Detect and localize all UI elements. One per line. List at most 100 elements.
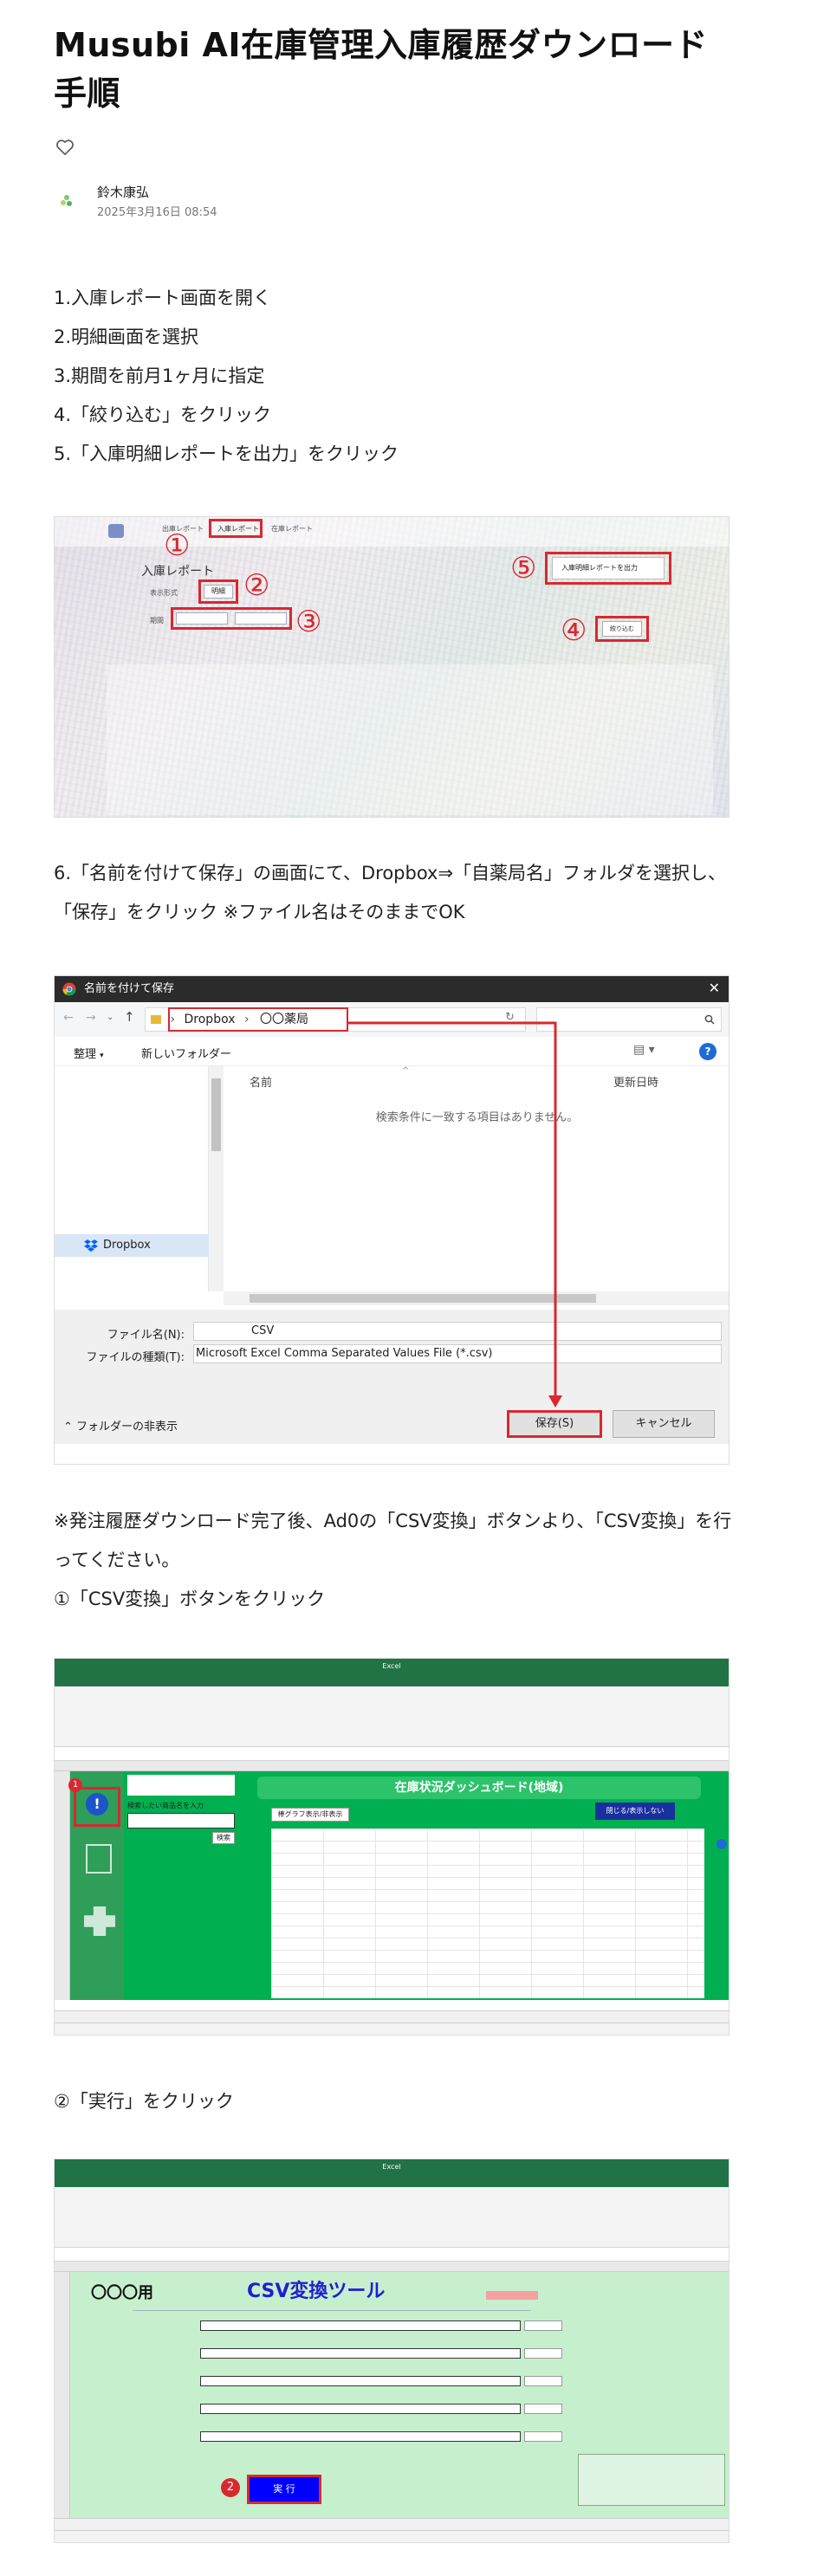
nav-item-dropbox[interactable]: Dropbox (55, 1234, 209, 1257)
path-select-button[interactable] (524, 2348, 562, 2359)
marker-3: ③ (295, 605, 322, 639)
excel-dashboard-screenshot: Excel ! 1 検索したい商品名を入力 検索 在庫状況ダッシュボード(地域)… (54, 1658, 729, 2036)
document-icon[interactable] (86, 1844, 112, 1874)
substep-2-text: ②「実行」をクリック (54, 2091, 234, 2112)
path-select-button[interactable] (524, 2404, 562, 2414)
navigation-pane: Dropbox (55, 1066, 209, 1291)
path-input[interactable] (200, 2404, 521, 2414)
chevron-up-icon: ⌃ (63, 1421, 73, 1434)
search-icon (704, 1014, 715, 1025)
scrollbar-thumb[interactable] (211, 1078, 221, 1151)
formula-bar[interactable] (55, 1747, 729, 1761)
period-label: 期間 (150, 617, 164, 625)
formula-bar[interactable] (55, 2248, 729, 2262)
author-block: 鈴木康弘 2025年3月16日 08:54 (54, 179, 400, 223)
help-icon[interactable]: ? (699, 1043, 716, 1060)
marker-5: ⑤ (510, 551, 537, 586)
path-select-button[interactable] (524, 2376, 562, 2386)
chevron-down-icon: ▾ (100, 1052, 104, 1060)
column-name[interactable]: 名前 (250, 1073, 272, 1090)
column-headers (55, 2262, 729, 2272)
dashboard-table (271, 1828, 704, 1998)
dialog-toolbar: 整理 ▾ 新しいフォルダー ▤ ▾ ? (55, 1037, 729, 1066)
dialog-footer: ファイル名(N): CSV ファイルの種類(T): Microsoft Exce… (55, 1310, 729, 1444)
dialog-titlebar: 名前を付けて保存 (55, 976, 729, 1002)
filename-input[interactable]: CSV (193, 1322, 722, 1341)
refresh-icon[interactable]: ↻ (505, 1011, 515, 1024)
excel-titlebar: Excel (55, 2159, 729, 2175)
hide-folders-toggle[interactable]: ⌃ フォルダーの非表示 (63, 1417, 178, 1434)
report-screen-photo: 出庫レポート 入庫レポート 在庫レポート ① 入庫レポート 表示形式 明細 ② … (54, 516, 729, 818)
marker-4: ④ (561, 613, 587, 648)
marker-1: 1 (68, 1778, 82, 1792)
status-bar (55, 2023, 729, 2035)
sheet-tabs[interactable] (55, 2518, 729, 2530)
notes-panel (578, 2454, 725, 2506)
back-icon[interactable]: ← (63, 1011, 74, 1025)
highlight-filter-button (595, 616, 649, 642)
tab-stock-report[interactable]: 在庫レポート (271, 524, 313, 534)
cell-block (127, 1775, 235, 1796)
ribbon (55, 2187, 729, 2248)
forward-icon[interactable]: → (86, 1011, 96, 1025)
ribbon-tabs (55, 1674, 729, 1686)
list-item: 3.期間を前月1ヶ月に指定 (54, 366, 265, 386)
filetype-label: ファイルの種類(T): (86, 1351, 185, 1364)
path-input[interactable] (200, 2348, 521, 2359)
new-folder-button[interactable]: 新しいフォルダー (141, 1045, 231, 1061)
list-item: 2.明細画面を選択 (54, 327, 199, 347)
dropbox-icon (84, 1239, 98, 1252)
sheet-tabs[interactable] (55, 2010, 729, 2023)
excel-titlebar: Excel (55, 1659, 729, 1674)
product-search-input[interactable] (127, 1813, 235, 1828)
avatar[interactable] (55, 190, 78, 212)
owner-label: 〇〇〇用 (91, 2284, 153, 2302)
view-icon[interactable]: ▤ ▾ (633, 1043, 655, 1057)
path-select-button[interactable] (524, 2320, 562, 2331)
filetype-select[interactable]: Microsoft Excel Comma Separated Values F… (193, 1344, 722, 1363)
row-headers (55, 1771, 70, 2000)
search-input[interactable] (536, 1007, 722, 1032)
organize-button[interactable]: 整理 ▾ (74, 1045, 104, 1061)
dashboard-title: 在庫状況ダッシュボード(地域) (257, 1777, 701, 1799)
filename-label: ファイル名(N): (107, 1329, 185, 1342)
step-6-text: 6.「名前を付けて保存」の画面にて、Dropbox⇒「自薬局名」フォルダを選択し… (54, 863, 727, 922)
recent-chevron-icon[interactable]: ⌄ (107, 1013, 113, 1022)
close-icon[interactable]: ✕ (709, 980, 720, 996)
highlight-output-button (545, 552, 671, 585)
empty-message: 検索条件に一致する項目はありません。 (375, 1111, 579, 1124)
alert-icon: ! (86, 1793, 108, 1815)
run-button[interactable]: 実 行 (247, 2475, 321, 2504)
column-date[interactable]: 更新日時 (613, 1073, 658, 1090)
graph-toggle-button[interactable]: 棒グラフ表示/非表示 (271, 1808, 349, 1822)
post-date: 2025年3月16日 08:54 (97, 206, 217, 219)
path-input[interactable] (200, 2320, 521, 2331)
horizontal-scrollbar[interactable] (224, 1291, 729, 1305)
nav-dropbox-label: Dropbox (103, 1239, 151, 1252)
note-badge (486, 2291, 538, 2300)
highlight-folder-path (168, 1007, 348, 1032)
list-item: 1.入庫レポート画面を開く (54, 288, 272, 308)
cancel-button[interactable]: キャンセル (613, 1410, 715, 1438)
organize-label: 整理 (74, 1048, 97, 1061)
blue-action-button[interactable]: 閉じる/表示しない (595, 1803, 675, 1820)
csv-convert-button[interactable]: ! (74, 1787, 120, 1827)
author-name[interactable]: 鈴木康弘 (97, 183, 149, 201)
up-icon[interactable]: ↑ (124, 1009, 135, 1025)
path-select-button[interactable] (524, 2431, 562, 2442)
heart-icon[interactable] (55, 139, 75, 156)
hide-folders-label: フォルダーの非表示 (76, 1421, 178, 1434)
path-input[interactable] (200, 2431, 521, 2442)
list-item: 5.「入庫明細レポートを出力」をクリック (54, 443, 399, 464)
scroll-indicator-icon (716, 1839, 727, 1849)
search-button[interactable]: 検索 (212, 1832, 235, 1844)
save-button[interactable]: 保存(S) (507, 1410, 602, 1438)
tool-title: CSV変換ツール (247, 2281, 386, 2302)
save-as-dialog: 名前を付けて保存 ✕ ← → ⌄ ↑ › Dropbox › 〇〇薬局 ↻ 整理… (54, 975, 729, 1465)
scrollbar-thumb[interactable] (250, 1294, 596, 1303)
dialog-title: 名前を付けて保存 (84, 982, 175, 995)
path-input[interactable] (200, 2376, 521, 2386)
note-text: ※発注履歴ダウンロード完了後、Ad0の「CSV変換」ボタンより、「CSV変換」を… (54, 1511, 732, 1570)
nav-scrollbar[interactable] (209, 1066, 224, 1291)
chrome-icon (62, 982, 76, 996)
